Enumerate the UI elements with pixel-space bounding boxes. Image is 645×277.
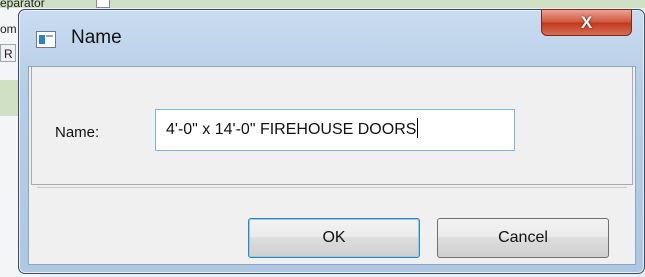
- name-dialog: Name X Name: 4'-0" x 14'-0" FIREHOUSE DO…: [18, 9, 645, 274]
- dialog-title: Name: [71, 27, 122, 48]
- close-button[interactable]: X: [541, 9, 632, 36]
- name-label: Name:: [55, 124, 100, 141]
- background-button: R: [0, 44, 16, 62]
- dialog-client: Name: 4'-0" x 14'-0" FIREHOUSE DOORS OK …: [28, 66, 636, 265]
- separator: [37, 187, 627, 188]
- background-text: om: [0, 22, 17, 36]
- ok-button[interactable]: OK: [248, 218, 420, 258]
- window-icon: [36, 31, 56, 48]
- name-input[interactable]: 4'-0" x 14'-0" FIREHOUSE DOORS: [155, 109, 515, 151]
- text-caret: [417, 118, 419, 138]
- background-control: [96, 0, 110, 8]
- name-input-value: 4'-0" x 14'-0" FIREHOUSE DOORS: [166, 121, 417, 138]
- close-icon: X: [580, 12, 593, 32]
- cancel-button[interactable]: Cancel: [437, 218, 609, 258]
- background-toolbar: eparator: [0, 0, 645, 10]
